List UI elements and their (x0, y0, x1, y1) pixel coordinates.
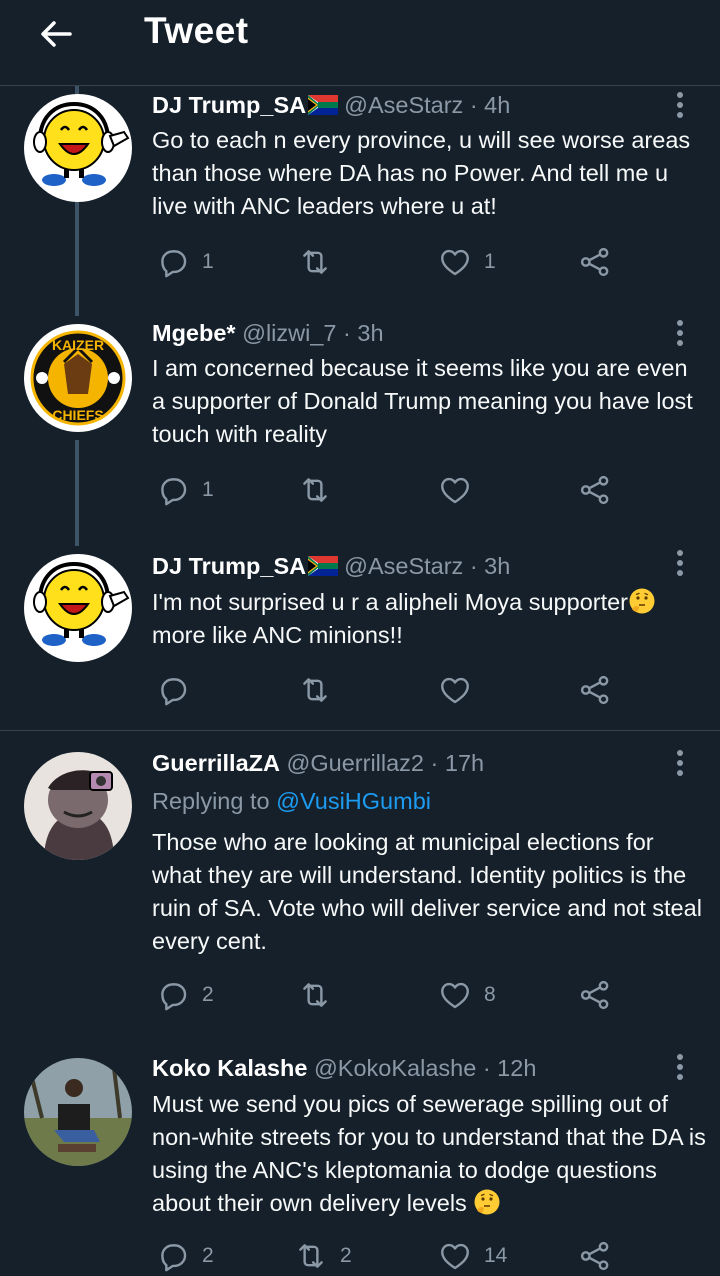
heart-icon (438, 978, 472, 1012)
replying-to-label: Replying to (152, 788, 270, 814)
reply-count: 2 (202, 983, 214, 1006)
back-arrow-icon[interactable] (36, 14, 76, 54)
author-name[interactable]: Koko Kalashe (152, 1055, 307, 1081)
avatar[interactable] (24, 554, 132, 662)
south-africa-flag-icon (308, 95, 338, 115)
tweet-time: · 17h (430, 750, 485, 776)
share-button[interactable] (578, 975, 612, 1015)
heart-icon (438, 245, 472, 279)
like-button[interactable]: 14 (438, 1236, 507, 1276)
like-button[interactable]: 8 (438, 975, 496, 1015)
reply-icon (156, 473, 190, 507)
reply-button[interactable]: 2 (156, 975, 214, 1015)
avatar[interactable] (24, 324, 132, 432)
share-icon (578, 473, 612, 507)
retweet-button[interactable] (298, 670, 332, 710)
thread-line (75, 86, 79, 94)
share-icon (578, 673, 612, 707)
thinking-face-icon (473, 1188, 501, 1216)
more-options-icon[interactable] (672, 750, 688, 782)
reply-button[interactable] (156, 670, 190, 710)
reply-count: 2 (202, 1244, 214, 1267)
thinking-face-icon (628, 587, 656, 615)
reply-button[interactable]: 2 (156, 1236, 214, 1276)
share-button[interactable] (578, 1236, 612, 1276)
retweet-icon (298, 245, 332, 279)
retweet-icon (298, 673, 332, 707)
tweet-text-line2: more like ANC minions!! (152, 622, 403, 648)
reply-count: 1 (202, 478, 214, 501)
more-options-icon[interactable] (672, 320, 688, 352)
share-button[interactable] (578, 242, 612, 282)
author-handle[interactable]: @Guerrillaz2 (287, 750, 424, 776)
like-button[interactable]: 1 (438, 242, 496, 282)
replying-to: Replying to @VusiHGumbi (152, 788, 431, 815)
tweet-text-block: I'm not surprised u r a alipheli Moya su… (152, 586, 712, 652)
more-options-icon[interactable] (672, 92, 688, 124)
retweet-icon (298, 473, 332, 507)
avatar[interactable] (24, 94, 132, 202)
author-handle[interactable]: @lizwi_7 (242, 320, 336, 346)
reply-button[interactable]: 1 (156, 470, 214, 510)
like-button[interactable] (438, 470, 472, 510)
like-count: 14 (484, 1244, 508, 1267)
share-icon (578, 1239, 612, 1273)
avatar[interactable] (24, 1058, 132, 1166)
tweet-text: I'm not surprised u r a alipheli Moya su… (152, 589, 629, 615)
retweet-count: 2 (340, 1244, 352, 1267)
heart-icon (438, 473, 472, 507)
reply-icon (156, 978, 190, 1012)
tweet-text: Must we send you pics of sewerage spilli… (152, 1091, 706, 1216)
author-name[interactable]: Mgebe* (152, 320, 236, 346)
tweet-text: Those who are looking at municipal elect… (152, 829, 702, 954)
author-handle[interactable]: @AseStarz (344, 92, 463, 118)
author-name[interactable]: DJ Trump_SA (152, 553, 306, 579)
author-name[interactable]: GuerrillaZA (152, 750, 280, 776)
share-button[interactable] (578, 670, 612, 710)
like-button[interactable] (438, 670, 472, 710)
retweet-button[interactable] (298, 242, 344, 282)
author-name[interactable]: DJ Trump_SA (152, 92, 306, 118)
south-africa-flag-icon (308, 556, 338, 576)
tweet-time: · 4h (469, 92, 511, 118)
share-icon (578, 978, 612, 1012)
like-count: 1 (484, 250, 496, 273)
retweet-button[interactable] (298, 470, 332, 510)
page-title: Tweet (144, 10, 249, 51)
retweet-icon (294, 1239, 328, 1273)
tweet-text: I am concerned because it seems like you… (152, 355, 693, 447)
tweet-time: · 12h (482, 1055, 537, 1081)
reply-button[interactable]: 1 (156, 242, 214, 282)
retweet-button[interactable]: 2 (294, 1236, 352, 1276)
share-icon (578, 245, 612, 279)
avatar[interactable] (24, 752, 132, 860)
author-handle[interactable]: @AseStarz (344, 553, 463, 579)
heart-icon (438, 673, 472, 707)
retweet-icon (298, 978, 332, 1012)
reply-count: 1 (202, 250, 214, 273)
heart-icon (438, 1239, 472, 1273)
app-header: Tweet (0, 0, 720, 86)
reply-icon (156, 1239, 190, 1273)
tweet-text-block: Must we send you pics of sewerage spilli… (152, 1088, 707, 1220)
tweet-time: · 3h (469, 553, 511, 579)
tweet-time: · 3h (343, 320, 384, 346)
more-options-icon[interactable] (672, 550, 688, 582)
share-button[interactable] (578, 470, 612, 510)
reply-icon (156, 245, 190, 279)
author-handle[interactable]: @KokoKalashe (314, 1055, 476, 1081)
divider (0, 730, 720, 731)
retweet-button[interactable] (298, 975, 332, 1015)
replying-to-link[interactable]: @VusiHGumbi (276, 788, 431, 814)
more-options-icon[interactable] (672, 1054, 688, 1086)
reply-icon (156, 673, 190, 707)
like-count: 8 (484, 983, 496, 1006)
tweet-text: Go to each n every province, u will see … (152, 127, 691, 219)
